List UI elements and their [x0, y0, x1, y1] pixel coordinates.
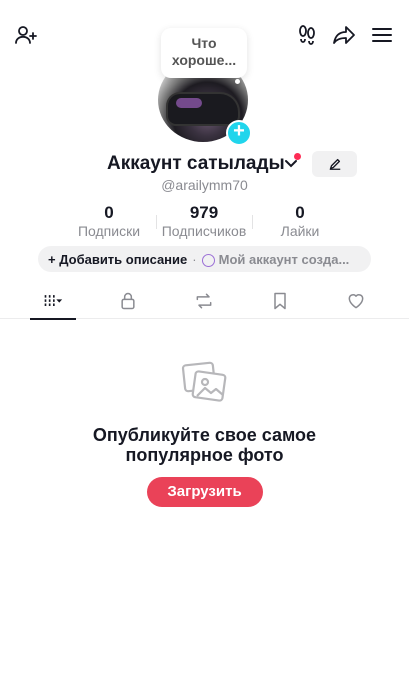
stats-row: 0 Подписки 979 Подписчиков 0 Лайки: [0, 203, 409, 239]
share-icon[interactable]: [329, 20, 359, 50]
add-avatar-plus-icon[interactable]: +: [226, 120, 252, 146]
bubble-tail: [235, 79, 240, 84]
tab-private[interactable]: [105, 283, 151, 319]
display-name[interactable]: Аккаунт сатылады: [107, 153, 285, 175]
stat-followers-label: Подписчиков: [161, 223, 247, 239]
stat-likes-label: Лайки: [280, 223, 320, 239]
status-bubble[interactable]: Что хороше...: [161, 28, 247, 78]
repost-icon: [196, 293, 212, 309]
photo-icon: [181, 361, 226, 402]
username-text: @arailymm70: [161, 177, 248, 193]
stat-following-label: Подписки: [77, 223, 141, 239]
smile-icon: [201, 253, 215, 267]
stat-followers[interactable]: 979 Подписчиков: [156, 203, 252, 240]
stat-divider: [252, 215, 253, 229]
lock-icon: [121, 292, 135, 310]
stat-following[interactable]: 0 Подписки: [69, 203, 149, 240]
name-row: Аккаунт сатылады: [0, 150, 409, 180]
bubble-text-line1: Что: [191, 35, 217, 51]
stat-followers-value: 979: [189, 203, 219, 222]
menu-icon[interactable]: [367, 20, 397, 50]
tab-liked[interactable]: [333, 283, 379, 319]
footprints-icon[interactable]: [292, 20, 322, 50]
bookmark-icon: [274, 292, 286, 310]
username: @arailymm70: [0, 177, 409, 193]
tab-reposts[interactable]: [181, 283, 227, 319]
bio-row: + Добавить описание · Мой аккаунт созда.…: [38, 246, 371, 272]
my-account-button[interactable]: Мой аккаунт созда...: [219, 252, 350, 267]
empty-state: Опубликуйте свое самое популярное фото З…: [0, 360, 409, 507]
stat-likes[interactable]: 0 Лайки: [262, 203, 338, 240]
tab-favorites[interactable]: [257, 283, 303, 319]
content-tabs: [0, 283, 409, 320]
pencil-icon: [329, 158, 340, 170]
empty-title-line2: популярное фото: [125, 445, 284, 465]
tab-videos[interactable]: [30, 283, 76, 320]
edit-profile-button[interactable]: [312, 151, 357, 177]
bio-separator: ·: [192, 251, 197, 267]
heart-icon: [348, 294, 364, 309]
avatar-light: [176, 98, 202, 108]
stat-likes-value: 0: [295, 203, 305, 222]
upload-button[interactable]: Загрузить: [146, 477, 263, 507]
bubble-text-line2: хороше...: [171, 52, 237, 68]
add-bio-button[interactable]: + Добавить описание: [48, 252, 187, 267]
notification-dot: [294, 153, 301, 160]
empty-state-title: Опубликуйте свое самое популярное фото: [0, 425, 409, 465]
add-friend-icon[interactable]: [11, 20, 41, 50]
empty-title-line1: Опубликуйте свое самое: [92, 425, 317, 445]
stat-following-value: 0: [104, 203, 114, 222]
videos-grid-icon: [44, 295, 63, 306]
